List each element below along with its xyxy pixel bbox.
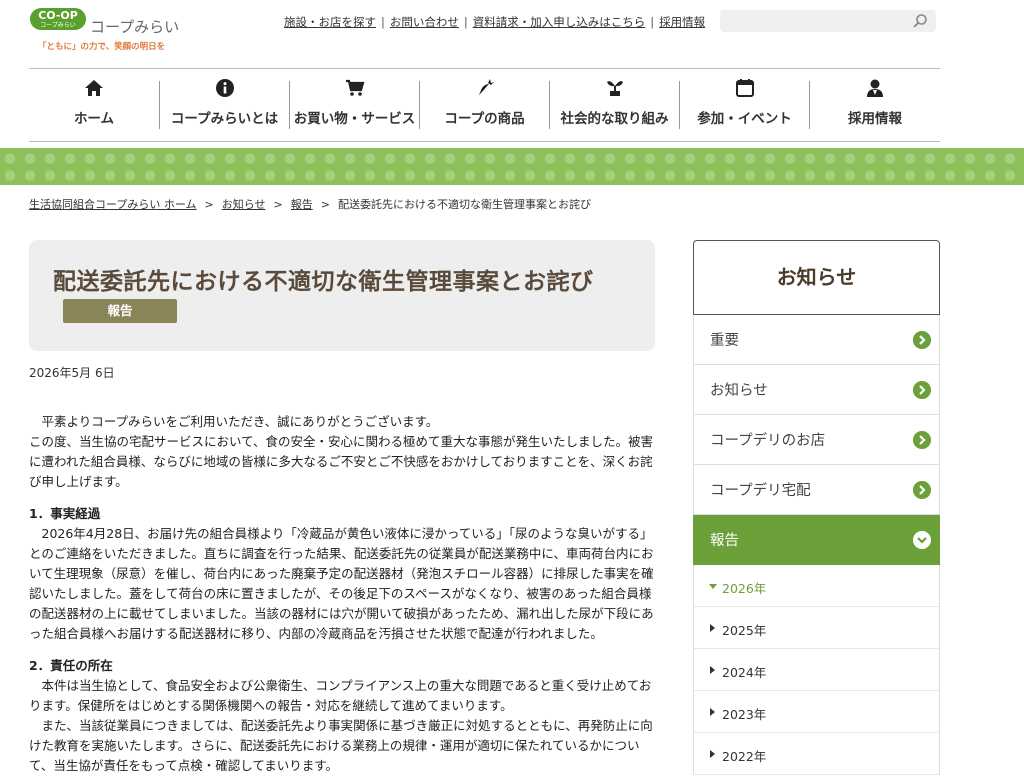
sidebar-title: お知らせ: [693, 240, 940, 315]
utility-links: 施設・お店を探す | お問い合わせ | 資料請求・加入申し込みはこちら | 採用情報: [284, 15, 706, 29]
nav-home[interactable]: ホーム: [29, 69, 159, 141]
caret-right-icon: [710, 624, 715, 632]
nav-about[interactable]: コープみらいとは: [160, 69, 289, 141]
year-label: 2023年: [722, 707, 767, 722]
nav-events[interactable]: 参加・イベント: [680, 69, 809, 141]
article-body: 平素よりコープみらいをご利用いただき、誠にありがとうございます。 この度、当生協…: [29, 412, 655, 776]
decorative-dot-band: [0, 148, 1024, 185]
article-intro-apology: この度、当生協の宅配サービスにおいて、食の安全・安心に関わる極めて重大な事態が発…: [29, 434, 654, 489]
section-body-responsibility-1: 本件は当生協として、食品安全および公衆衛生、コンプライアンス上の重大な問題である…: [29, 678, 652, 713]
nav-home-label: ホーム: [73, 111, 115, 127]
home-icon: [85, 80, 103, 96]
chevron-right-icon: [913, 331, 931, 349]
article-header: 配送委託先における不適切な衛生管理事案とお詫び 報告: [29, 240, 655, 351]
search-icon[interactable]: [912, 13, 928, 29]
nav-about-label: コープみらいとは: [170, 111, 279, 127]
caret-right-icon: [710, 666, 715, 674]
sidebar-item-label: 重要: [710, 333, 739, 349]
page-title: 配送委託先における不適切な衛生管理事案とお詫び: [53, 269, 594, 295]
sidebar-year-2025[interactable]: 2025年: [693, 607, 940, 649]
year-label: 2025年: [722, 623, 767, 638]
sidebar-item-delivery[interactable]: コープデリ宅配: [693, 465, 940, 515]
section-heading-facts: 1．事実経過: [29, 506, 101, 521]
breadcrumb-report[interactable]: 報告: [291, 198, 313, 211]
nav-events-label: 参加・イベント: [697, 111, 792, 127]
sidebar-item-label: お知らせ: [710, 383, 768, 399]
nav-products[interactable]: コープの商品: [420, 69, 549, 141]
sidebar-item-news[interactable]: お知らせ: [693, 365, 940, 415]
logo-name: コープみらい: [90, 18, 180, 36]
calendar-icon: [735, 79, 754, 97]
sidebar-year-2022[interactable]: 2022年: [693, 733, 940, 775]
util-link-contact[interactable]: お問い合わせ: [390, 15, 459, 29]
search-input[interactable]: [726, 12, 896, 30]
info-icon: [215, 79, 234, 97]
article-date: 2026年5月 6日: [29, 366, 115, 380]
chevron-right-icon: [913, 431, 931, 449]
sidebar-year-2024[interactable]: 2024年: [693, 649, 940, 691]
sidebar-item-label: 報告: [710, 533, 739, 549]
caret-down-icon: [709, 584, 717, 589]
nav-products-label: コープの商品: [444, 111, 525, 127]
global-nav: ホーム コープみらいとは お買い物・サービス コープの商品 社会的な取り組み 参…: [29, 68, 940, 142]
coop-logo-badge: CO-OP コープみらい: [30, 8, 86, 30]
section-body-facts: 2026年4月28日、お届け先の組合員様より「冷蔵品が黄色い液体に浸かっている」…: [29, 526, 654, 641]
carrot-icon: [477, 79, 494, 96]
caret-right-icon: [710, 750, 715, 758]
util-link-request-join[interactable]: 資料請求・加入申し込みはこちら: [473, 15, 646, 29]
chevron-down-icon: [913, 531, 931, 549]
nav-social-label: 社会的な取り組み: [560, 111, 669, 127]
category-badge: 報告: [63, 299, 177, 323]
sidebar-item-store[interactable]: コープデリのお店: [693, 415, 940, 465]
cart-icon: [345, 79, 364, 96]
nav-recruit-label: 採用情報: [848, 111, 902, 127]
section-heading-responsibility: 2．責任の所在: [29, 658, 113, 673]
nav-shopping-label: お買い物・サービス: [293, 111, 416, 127]
logo-tagline: 「ともに」の力で、笑顔の明日を: [38, 42, 166, 52]
nav-recruit[interactable]: 採用情報: [810, 69, 940, 141]
caret-right-icon: [710, 708, 715, 716]
sidebar-item-report[interactable]: 報告: [693, 515, 940, 565]
chevron-right-icon: [913, 481, 931, 499]
sidebar-news-menu: お知らせ 重要 お知らせ コープデリのお店 コープデリ宅配 報告 2026年 2…: [693, 240, 940, 775]
chevron-right-icon: [913, 381, 931, 399]
sidebar-item-label: コープデリ宅配: [710, 483, 811, 499]
year-label: 2024年: [722, 665, 767, 680]
util-link-recruit[interactable]: 採用情報: [659, 15, 705, 29]
nav-shopping[interactable]: お買い物・サービス: [290, 69, 419, 141]
site-logo[interactable]: CO-OP コープみらい コープみらい 「ともに」の力で、笑顔の明日を: [30, 8, 180, 56]
sidebar-item-important[interactable]: 重要: [693, 315, 940, 365]
util-link-find-store[interactable]: 施設・お店を探す: [284, 15, 376, 29]
person-icon: [867, 79, 883, 97]
breadcrumb-news[interactable]: お知らせ: [222, 198, 266, 211]
section-body-responsibility-2: また、当該従業員につきましては、配送委託先より事実関係に基づき厳正に対処するとと…: [29, 718, 653, 773]
year-label: 2022年: [722, 749, 767, 764]
nav-social[interactable]: 社会的な取り組み: [550, 69, 679, 141]
sidebar-item-label: コープデリのお店: [710, 433, 826, 449]
sidebar-year-2026[interactable]: 2026年: [693, 565, 940, 607]
site-header: CO-OP コープみらい コープみらい 「ともに」の力で、笑顔の明日を 施設・お店…: [0, 0, 1024, 68]
breadcrumb-current: 配送委託先における不適切な衛生管理事案とお詫び: [337, 198, 591, 211]
sidebar-year-2023[interactable]: 2023年: [693, 691, 940, 733]
site-search: [720, 10, 936, 32]
breadcrumb: 生活協同組合コープみらい ホーム > お知らせ > 報告 > 配送委託先における不適切な衛生…: [29, 198, 591, 211]
year-label: 2026年: [722, 581, 767, 596]
sprout-icon: [606, 81, 623, 96]
breadcrumb-home[interactable]: 生活協同組合コープみらい ホーム: [29, 198, 197, 211]
article-intro-greeting: 平素よりコープみらいをご利用いただき、誠にありがとうございます。: [41, 414, 439, 429]
